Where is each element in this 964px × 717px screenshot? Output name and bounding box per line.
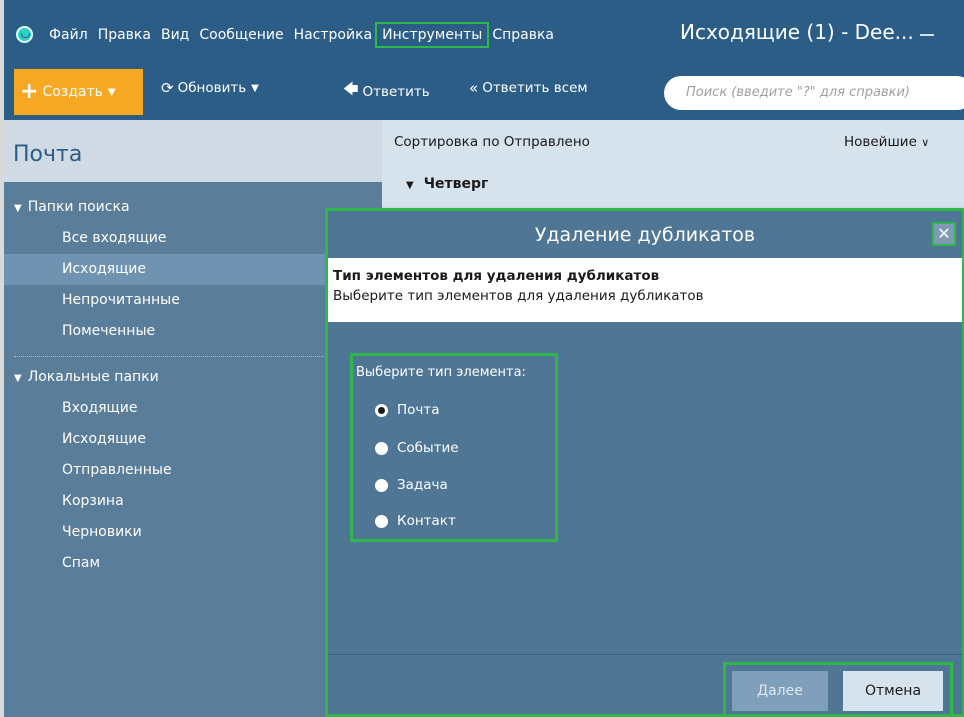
app-logo-icon[interactable] bbox=[16, 26, 33, 43]
create-label: Создать bbox=[42, 84, 103, 100]
chevron-down-icon: ▼ bbox=[251, 82, 259, 94]
reply-icon: 🡄 bbox=[343, 80, 359, 98]
menu-file[interactable]: Файл bbox=[44, 24, 93, 46]
dialog-info-panel: Тип элементов для удаления дубликатов Вы… bbox=[328, 258, 962, 322]
radio-button[interactable] bbox=[375, 514, 388, 528]
window-title: Исходящие (1) - Dee... bbox=[680, 20, 914, 44]
radio-label: Почта bbox=[397, 402, 440, 418]
reply-all-label: Ответить всем bbox=[482, 80, 588, 96]
group-label-text: Четверг bbox=[423, 176, 489, 192]
menu-settings[interactable]: Настройка bbox=[289, 24, 378, 46]
radio-label: Задача bbox=[397, 477, 448, 493]
message-list-header: Сортировка по Отправлено Новейшие ∨ bbox=[382, 120, 964, 166]
collapse-triangle-icon: ▼ bbox=[406, 180, 414, 191]
reply-all-button[interactable]: « Ответить всем bbox=[469, 79, 588, 97]
local-folders-label: Локальные папки bbox=[27, 369, 159, 385]
main-menu: Файл Правка Вид Сообщение Настройка Инст… bbox=[44, 22, 559, 48]
reply-button[interactable]: 🡄 Ответить bbox=[343, 79, 430, 104]
menu-help[interactable]: Справка bbox=[487, 24, 559, 46]
info-title: Тип элементов для удаления дубликатов bbox=[333, 268, 660, 284]
radio-event[interactable]: Событие bbox=[375, 440, 459, 456]
dialog-titlebar: Удаление дубликатов ✕ bbox=[328, 211, 962, 258]
item-type-caption: Выберите тип элемента: bbox=[356, 365, 526, 380]
close-icon[interactable]: ✕ bbox=[932, 222, 956, 246]
dialog-divider bbox=[328, 654, 962, 655]
menu-bar: Файл Правка Вид Сообщение Настройка Инст… bbox=[4, 0, 964, 62]
sort-order-button[interactable]: Новейшие ∨ bbox=[844, 134, 929, 150]
radio-button[interactable] bbox=[375, 478, 388, 492]
create-button[interactable]: + Создать ▼ bbox=[14, 69, 143, 115]
refresh-button[interactable]: ⟳ Обновить ▼ bbox=[161, 79, 259, 97]
search-input[interactable]: Поиск (введите "?" для справки) bbox=[664, 76, 964, 110]
item-type-group: Выберите тип элемента: Почта Событие Зад… bbox=[350, 353, 558, 542]
next-button[interactable]: Далее bbox=[732, 671, 828, 711]
sidebar-title: Почта bbox=[13, 142, 83, 167]
plus-icon: + bbox=[20, 79, 39, 104]
reply-label: Ответить bbox=[362, 83, 430, 100]
radio-label: Контакт bbox=[397, 513, 456, 529]
search-folders-label: Папки поиска bbox=[27, 199, 130, 215]
refresh-label: Обновить bbox=[177, 80, 247, 96]
menu-view[interactable]: Вид bbox=[156, 24, 194, 46]
sort-by-button[interactable]: Сортировка по Отправлено bbox=[394, 134, 590, 150]
radio-mail[interactable]: Почта bbox=[375, 402, 440, 418]
dialog-button-group: Далее Отмена bbox=[723, 662, 953, 717]
expand-triangle-icon: ▼ bbox=[14, 373, 22, 384]
radio-label: Событие bbox=[397, 440, 459, 456]
sort-order-label: Новейшие bbox=[844, 134, 917, 150]
dialog-title: Удаление дубликатов bbox=[534, 224, 756, 246]
chevron-down-icon: ∨ bbox=[921, 136, 930, 149]
reply-all-icon: « bbox=[469, 79, 479, 97]
menu-tools[interactable]: Инструменты bbox=[375, 22, 490, 48]
sidebar-divider bbox=[14, 356, 374, 357]
toolbar: + Создать ▼ ⟳ Обновить ▼ 🡄 Ответить « От… bbox=[4, 62, 964, 120]
radio-task[interactable]: Задача bbox=[375, 477, 448, 493]
minimize-icon[interactable] bbox=[920, 34, 934, 36]
remove-duplicates-dialog: Удаление дубликатов ✕ Тип элементов для … bbox=[325, 208, 964, 717]
radio-button[interactable] bbox=[375, 441, 388, 455]
group-label: ▼ Четверг bbox=[406, 176, 488, 192]
menu-message[interactable]: Сообщение bbox=[194, 24, 288, 46]
radio-contact[interactable]: Контакт bbox=[375, 513, 456, 529]
message-group-header[interactable]: ▼ Четверг bbox=[382, 166, 964, 206]
expand-triangle-icon: ▼ bbox=[14, 203, 22, 214]
cancel-button[interactable]: Отмена bbox=[843, 671, 943, 711]
radio-button-checked[interactable] bbox=[375, 403, 388, 417]
sidebar-header: Почта bbox=[4, 120, 382, 182]
chevron-down-icon: ▼ bbox=[107, 86, 116, 98]
menu-edit[interactable]: Правка bbox=[93, 24, 156, 46]
info-subtitle: Выберите тип элементов для удаления дубл… bbox=[333, 288, 704, 304]
refresh-icon: ⟳ bbox=[161, 79, 174, 97]
